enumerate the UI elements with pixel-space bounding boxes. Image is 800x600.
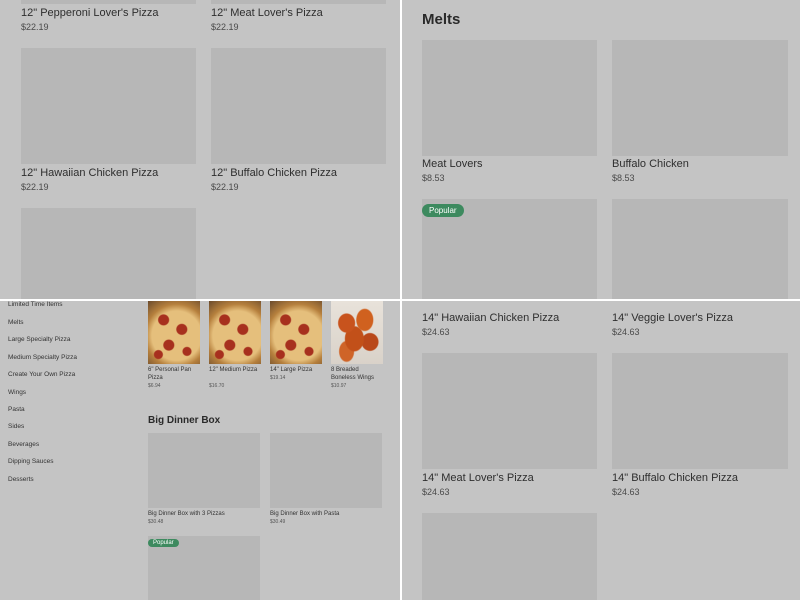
sidebar-item-wings[interactable]: Wings (8, 389, 26, 396)
panel-bottom-left: Limited Time Items Melts Large Specialty… (0, 301, 400, 600)
thumb-name[interactable]: 6" Personal Pan Pizza (148, 366, 202, 382)
box-item-price: $30.49 (270, 519, 286, 525)
thumb-name[interactable]: 12" Medium Pizza (209, 366, 263, 374)
large-pizza-image[interactable] (270, 301, 322, 364)
item-name[interactable]: Meat Lovers (422, 158, 483, 170)
box-item-price: $30.48 (148, 519, 164, 525)
item-image[interactable] (612, 353, 788, 469)
item-name[interactable]: 14" Veggie Lover's Pizza (612, 312, 733, 324)
medium-pizza-image[interactable] (209, 301, 261, 364)
item-price: $8.53 (422, 173, 445, 183)
sidebar-item-limited-time[interactable]: Limited Time Items (8, 301, 63, 308)
panel-top-right: Melts Meat Lovers $8.53 Buffalo Chicken … (402, 0, 800, 299)
item-image[interactable] (148, 433, 260, 508)
item-image[interactable] (422, 353, 597, 469)
popular-badge: Popular (422, 204, 464, 217)
item-name[interactable]: Buffalo Chicken (612, 158, 689, 170)
box-item-name[interactable]: Big Dinner Box with 3 Pizzas (148, 510, 268, 518)
item-image[interactable] (21, 48, 196, 164)
item-name[interactable]: 12" Meat Lover's Pizza (211, 7, 323, 19)
box-item-name[interactable]: Big Dinner Box with Pasta (270, 510, 390, 518)
thumb-price: $6.94 (148, 383, 161, 389)
item-image[interactable] (612, 199, 788, 299)
item-image[interactable] (422, 513, 597, 600)
item-price: $22.19 (21, 22, 49, 32)
item-price: $24.63 (422, 327, 450, 337)
personal-pan-pizza-image[interactable] (148, 301, 200, 364)
sidebar-item-melts[interactable]: Melts (8, 319, 24, 326)
item-price: $22.19 (211, 182, 239, 192)
boneless-wings-image[interactable] (331, 301, 383, 364)
sidebar-item-dipping-sauces[interactable]: Dipping Sauces (8, 458, 54, 465)
thumb-name[interactable]: 8 Breaded Boneless Wings (331, 366, 385, 382)
item-image[interactable] (21, 208, 196, 299)
popular-badge: Popular (148, 539, 179, 547)
item-name[interactable]: 14" Buffalo Chicken Pizza (612, 472, 738, 484)
sidebar-item-desserts[interactable]: Desserts (8, 476, 34, 483)
item-name[interactable]: 12" Pepperoni Lover's Pizza (21, 7, 158, 19)
sidebar-item-create-your-own[interactable]: Create Your Own Pizza (8, 371, 75, 378)
item-price: $24.63 (612, 327, 640, 337)
item-image[interactable] (612, 40, 788, 156)
thumb-price: $10.97 (331, 383, 347, 389)
item-name[interactable]: 14" Hawaiian Chicken Pizza (422, 312, 559, 324)
item-price: $22.19 (211, 22, 239, 32)
section-title: Melts (422, 11, 461, 28)
thumb-name[interactable]: 14" Large Pizza (270, 366, 324, 374)
panel-top-left: 12" Pepperoni Lover's Pizza $22.19 12" M… (0, 0, 400, 299)
sidebar-item-large-specialty[interactable]: Large Specialty Pizza (8, 336, 71, 343)
item-price: $24.63 (612, 487, 640, 497)
thumb-price: $16.70 (209, 383, 225, 389)
section-title: Big Dinner Box (148, 415, 221, 426)
item-price: $22.19 (21, 182, 49, 192)
item-image[interactable] (422, 40, 597, 156)
item-image[interactable] (270, 433, 382, 508)
horizontal-divider (0, 299, 800, 301)
item-image[interactable] (21, 0, 196, 4)
item-image[interactable] (211, 0, 386, 4)
item-price: $24.63 (422, 487, 450, 497)
item-image[interactable] (211, 48, 386, 164)
panel-bottom-right: 14" Hawaiian Chicken Pizza $24.63 14" Ve… (402, 301, 800, 600)
sidebar-item-beverages[interactable]: Beverages (8, 441, 39, 448)
screenshot-grid: 12" Pepperoni Lover's Pizza $22.19 12" M… (0, 0, 800, 600)
item-name[interactable]: 12" Buffalo Chicken Pizza (211, 167, 337, 179)
item-name[interactable]: 14" Meat Lover's Pizza (422, 472, 534, 484)
sidebar-item-pasta[interactable]: Pasta (8, 406, 25, 413)
sidebar-item-sides[interactable]: Sides (8, 423, 24, 430)
thumb-price: $19.14 (270, 375, 286, 381)
item-name[interactable]: 12" Hawaiian Chicken Pizza (21, 167, 158, 179)
sidebar-item-medium-specialty[interactable]: Medium Specialty Pizza (8, 354, 77, 361)
item-price: $8.53 (612, 173, 635, 183)
